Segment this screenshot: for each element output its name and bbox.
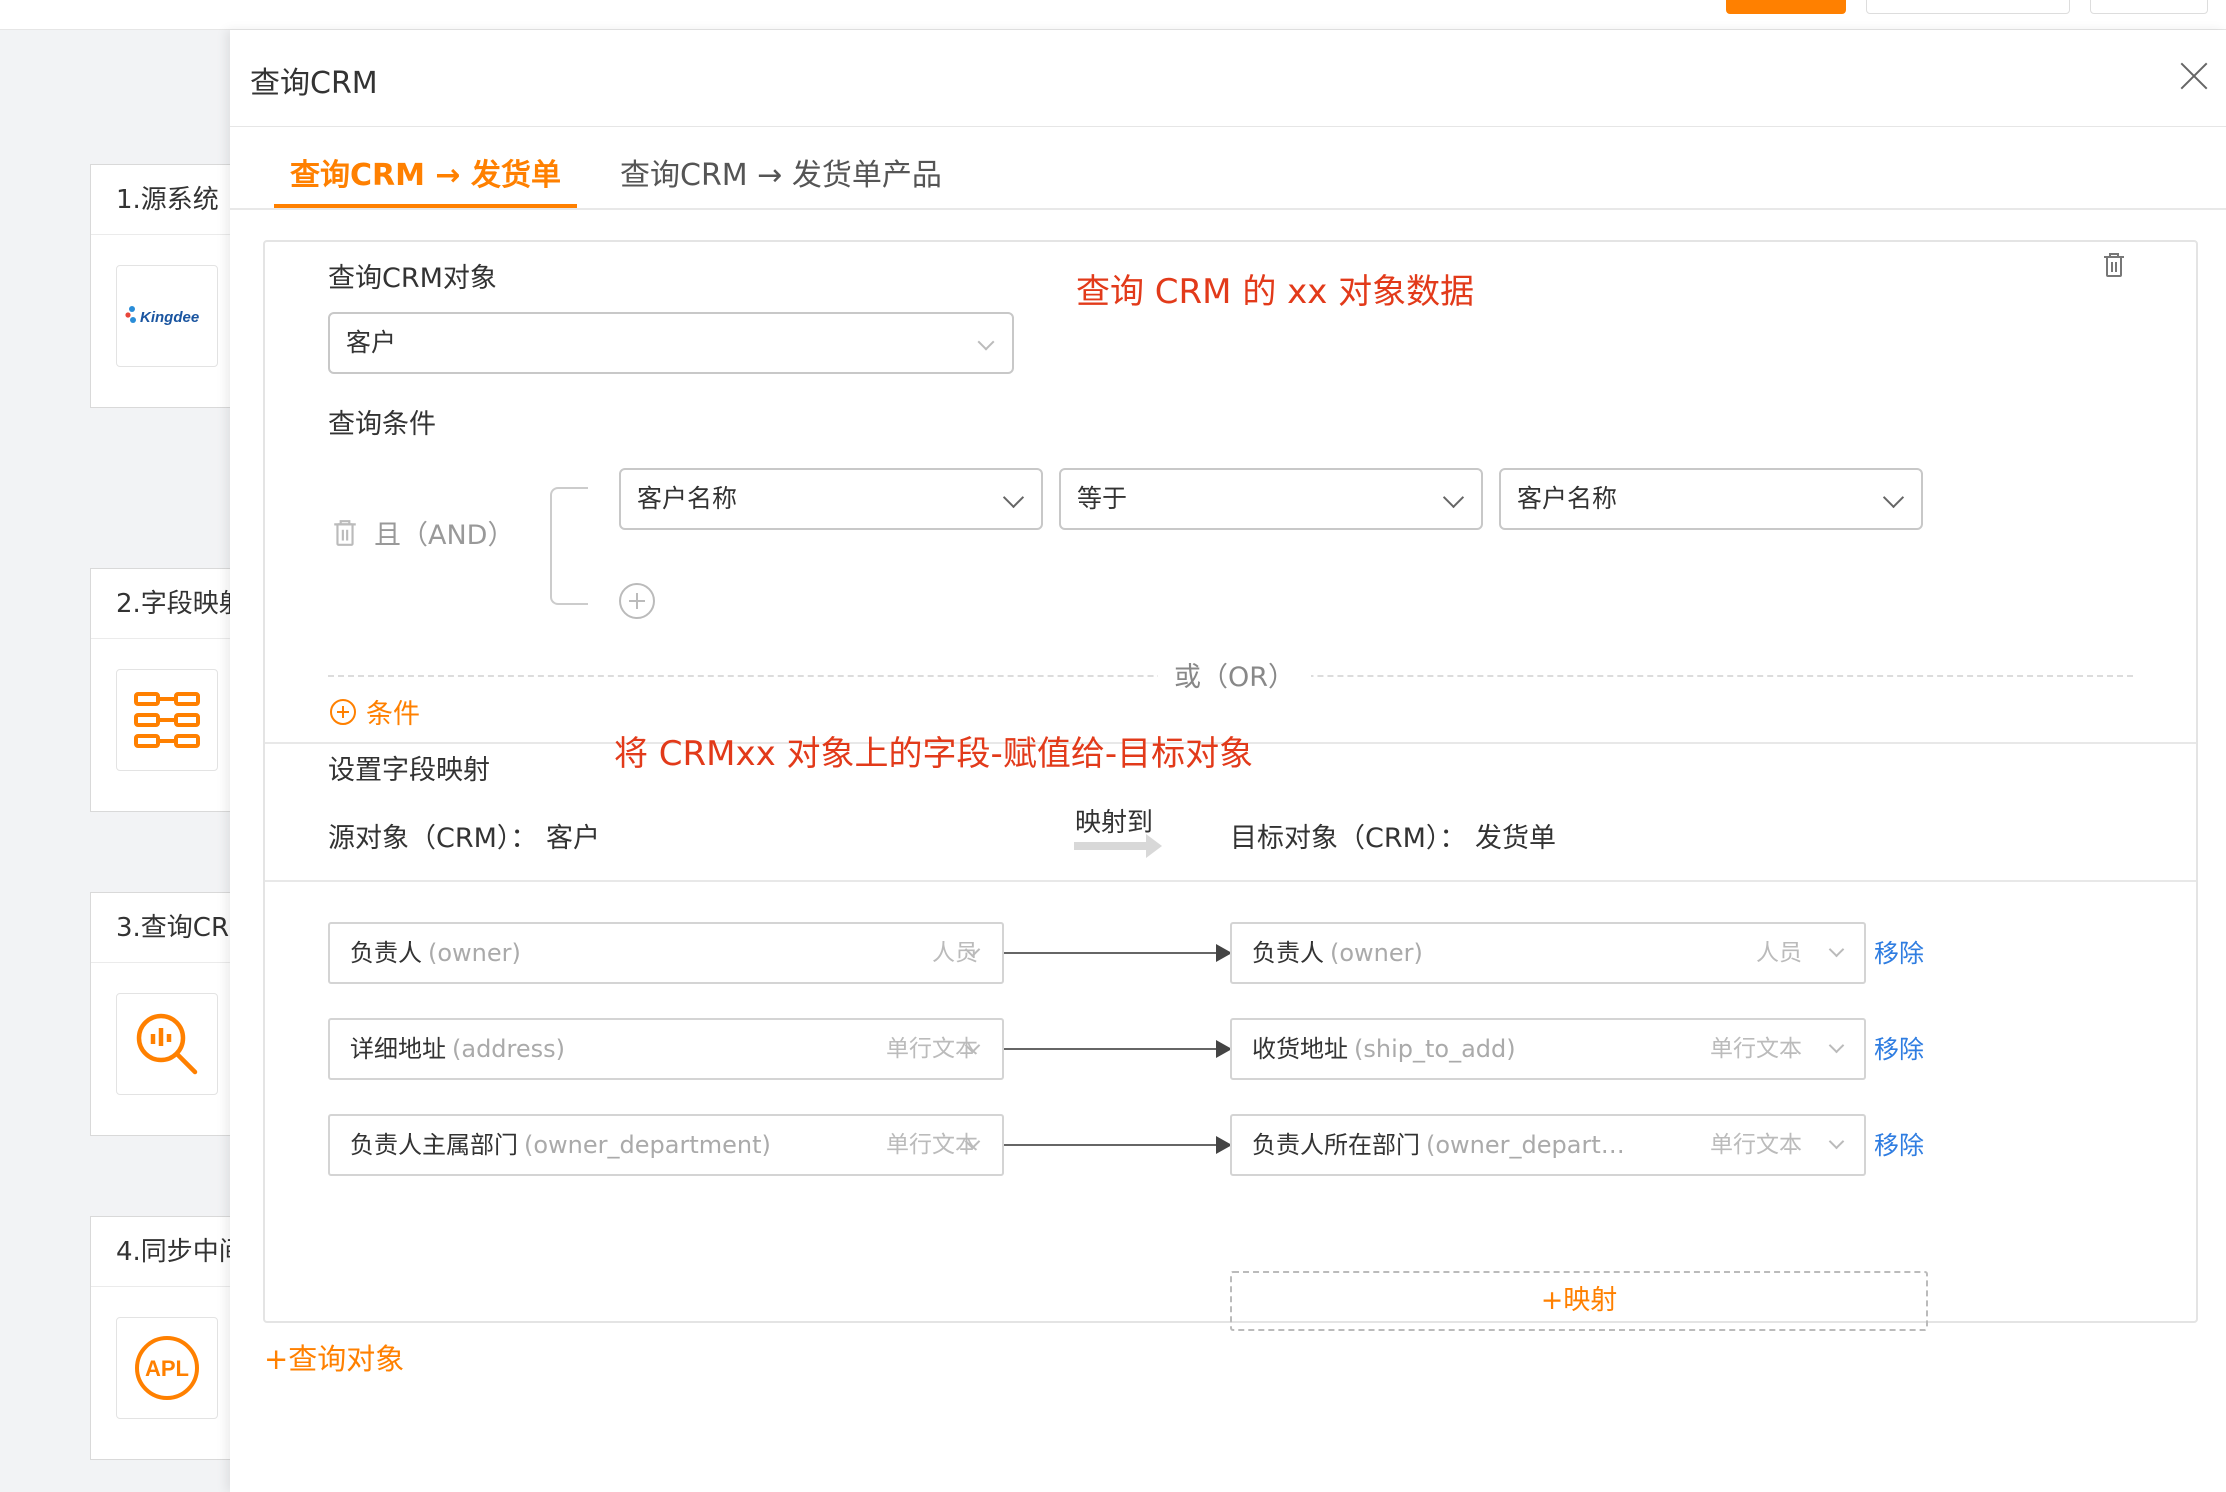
chevron-down-icon [1828,1037,1845,1054]
field-type: 人员 [1756,940,1802,966]
target-field-owner-department[interactable]: 负责人所在部门 (owner_depart… 单行文本 [1230,1114,1866,1176]
delete-group-icon[interactable] [332,519,358,547]
plus-circle-icon [330,698,356,725]
and-group: 且（AND） [332,513,514,552]
step-title: 3.查询CRM [91,893,239,963]
step-card-sync[interactable]: 4.同步中间 APL [90,1216,240,1460]
kingdee-logo-icon: Kingdee [116,265,218,367]
field-name: 负责人 [350,939,422,967]
field-name: 负责人主属部门 [350,1131,518,1159]
add-query-object-button[interactable]: +查询对象 [264,1336,404,1378]
add-mapping-button[interactable]: +映射 [1230,1271,1928,1331]
condition-field-select[interactable]: 客户名称 [619,468,1043,530]
condition-value-value: 客户名称 [1517,484,1618,513]
mapping-connector [1004,944,1232,962]
delete-panel-icon[interactable] [2102,252,2126,278]
query-search-icon [116,993,218,1095]
chevron-down-icon [1828,941,1845,958]
field-type: 单行文本 [1710,1132,1802,1158]
field-type: 单行文本 [1710,1036,1802,1062]
condition-operator-select[interactable]: 等于 [1059,468,1483,530]
field-type: 单行文本 [886,1036,978,1062]
chevron-down-icon [1882,486,1905,509]
or-label: 或（OR） [1158,655,1312,694]
query-object-value: 客户 [346,328,397,357]
apl-icon-text: APL [145,1356,189,1381]
chevron-down-icon [1828,1133,1845,1150]
field-name: 负责人 [1252,939,1324,967]
and-label: 且（AND） [374,520,515,551]
drawer-title: 查询CRM [250,66,378,101]
chevron-down-icon [977,333,995,351]
query-condition-label: 查询条件 [328,409,436,440]
target-field-ship-address[interactable]: 收货地址 (ship_to_add) 单行文本 [1230,1018,1866,1080]
field-type: 单行文本 [886,1132,978,1158]
field-code: (owner_depart… [1426,1131,1625,1159]
add-sub-condition-icon[interactable] [619,583,655,619]
query-object-select[interactable]: 客户 [328,312,1014,374]
field-code: (owner) [428,939,521,967]
source-field-address[interactable]: 详细地址 (address) 单行文本 [328,1018,1004,1080]
field-code: (owner_department) [524,1131,771,1159]
target-object-label: 目标对象（CRM）： 发货单 [1230,823,1556,854]
target-field-owner[interactable]: 负责人 (owner) 人员 [1230,922,1866,984]
step-title: 4.同步中间 [91,1217,239,1287]
field-code: (owner) [1330,939,1423,967]
field-name: 收货地址 [1252,1035,1348,1063]
field-name: 详细地址 [350,1035,446,1063]
query-crm-drawer: 查询CRM 查询CRM → 发货单 查询CRM → 发货单产品 查询CRM对象 … [230,30,2226,1492]
mapping-connector [1004,1136,1232,1154]
secondary-button-2[interactable] [2090,0,2208,14]
chevron-down-icon [1442,486,1465,509]
condition-operator-value: 等于 [1077,484,1128,513]
step-title: 1.源系统 [91,165,239,235]
and-bracket [550,487,588,605]
chevron-down-icon [1002,486,1025,509]
field-code: (address) [452,1035,566,1063]
remove-mapping-link[interactable]: 移除 [1874,934,1924,970]
query-object-label: 查询CRM对象 [328,263,497,294]
condition-value-select[interactable]: 客户名称 [1499,468,1923,530]
maps-to-arrow-icon [1074,834,1162,858]
annotation-mapping: 将 CRMxx 对象上的字段-赋值给-目标对象 [614,734,1254,774]
step-card-query-crm[interactable]: 3.查询CRM [90,892,240,1136]
drawer-header: 查询CRM [230,30,2226,127]
remove-mapping-link[interactable]: 移除 [1874,1126,1924,1162]
secondary-button[interactable] [1866,0,2070,14]
kingdee-logo-text: Kingdee [140,309,199,326]
condition-field-value: 客户名称 [637,484,738,513]
annotation-query: 查询 CRM 的 xx 对象数据 [1076,272,1475,312]
source-field-owner[interactable]: 负责人 (owner) 人员 [328,922,1004,984]
add-condition-button[interactable]: 条件 [330,692,420,731]
mapping-title: 设置字段映射 [328,755,490,786]
source-field-owner-department[interactable]: 负责人主属部门 (owner_department) 单行文本 [328,1114,1004,1176]
primary-button[interactable] [1726,0,1846,14]
step-card-source[interactable]: 1.源系统 Kingdee [90,164,240,408]
field-mapping-icon [116,669,218,771]
top-bar [0,0,2226,30]
step-card-field-mapping[interactable]: 2.字段映射 [90,568,240,812]
tab-delivery[interactable]: 查询CRM → 发货单 [274,150,577,208]
section-divider [265,880,2196,882]
mapping-connector [1004,1040,1232,1058]
field-name: 负责人所在部门 [1252,1131,1420,1159]
close-icon[interactable] [2178,60,2210,92]
apl-icon: APL [116,1317,218,1419]
add-condition-label: 条件 [366,699,420,730]
source-object-label: 源对象（CRM）： 客户 [328,823,600,854]
tab-delivery-product[interactable]: 查询CRM → 发货单产品 [620,150,942,208]
step-title: 2.字段映射 [91,569,239,639]
remove-mapping-link[interactable]: 移除 [1874,1030,1924,1066]
field-code: (ship_to_add) [1354,1035,1516,1063]
tabs-divider [230,208,2226,210]
